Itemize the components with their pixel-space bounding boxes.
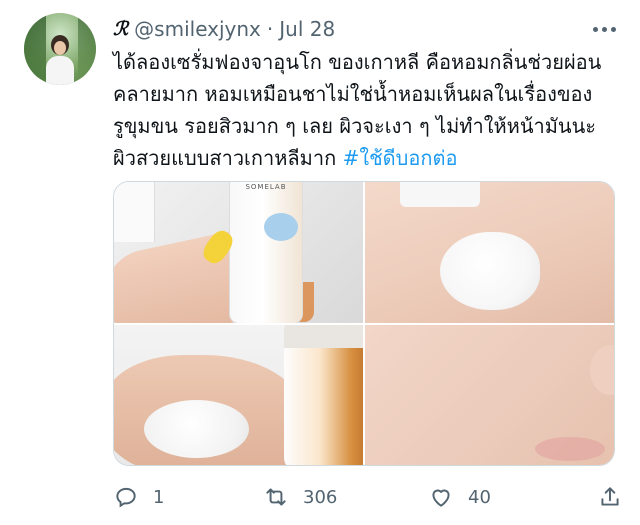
user-handle[interactable]: @smilexjynx bbox=[134, 17, 261, 41]
action-bar: 1 306 40 bbox=[113, 482, 623, 512]
retweet-count: 306 bbox=[303, 486, 338, 508]
avatar-bg-tree bbox=[78, 13, 96, 85]
media-photo-4[interactable] bbox=[365, 324, 614, 465]
media-photo-1[interactable]: SOMELAB bbox=[114, 182, 363, 323]
product-logo: SOMELAB bbox=[245, 183, 287, 191]
tweet-line: คลายมาก หอมเหมือนชาไม่ใช่น้ำหอมเห็นผลในเ… bbox=[113, 82, 593, 106]
avatar-bg-tree bbox=[24, 13, 46, 85]
tweet-line: ได้ลองเซรั่มฟองจาอุนโก ของเกาหลี คือหอมก… bbox=[113, 50, 602, 74]
bubble-graphic bbox=[264, 213, 298, 241]
media-photo-2[interactable] bbox=[365, 182, 614, 323]
like-icon bbox=[432, 489, 450, 507]
hashtag-link[interactable]: #ใช้ดีบอกต่อ bbox=[343, 146, 458, 170]
serum-bottle: SOMELAB bbox=[229, 182, 303, 323]
serum-bottle bbox=[284, 324, 363, 465]
product-box bbox=[400, 182, 480, 207]
share-button[interactable] bbox=[597, 484, 623, 510]
like-button[interactable]: 40 bbox=[428, 484, 578, 510]
reply-button[interactable]: 1 bbox=[113, 484, 263, 510]
avatar-body bbox=[46, 56, 74, 85]
face-skin bbox=[590, 344, 614, 395]
avatar-face bbox=[54, 41, 66, 55]
tweet-text: ได้ลองเซรั่มฟองจาอุนโก ของเกาหลี คือหอมก… bbox=[113, 46, 613, 174]
like-count: 40 bbox=[468, 486, 491, 508]
more-icon[interactable] bbox=[589, 23, 620, 36]
media-grid: SOMELAB bbox=[113, 181, 615, 466]
tweet-line: รูขุมขน รอยสิวมาก ๆ เลย ผิวจะเงา ๆ ไม่ทำ… bbox=[113, 114, 597, 138]
foam bbox=[440, 232, 540, 310]
tweet-date[interactable]: Jul 28 bbox=[279, 17, 335, 41]
reply-icon bbox=[116, 487, 136, 508]
retweet-button[interactable]: 306 bbox=[263, 484, 428, 510]
tweet-line: ผิวสวยแบบสาวเกาหลีมาก bbox=[113, 146, 337, 170]
media-photo-3[interactable] bbox=[114, 324, 363, 465]
lips bbox=[535, 436, 605, 461]
share-icon bbox=[601, 487, 619, 506]
tweet-header: ℛ @smilexjynx · Jul 28 bbox=[113, 14, 620, 44]
display-name[interactable]: ℛ bbox=[113, 18, 128, 40]
product-box bbox=[114, 182, 155, 242]
separator-dot: · bbox=[266, 17, 274, 41]
bottle-cap bbox=[284, 324, 363, 348]
avatar[interactable] bbox=[24, 13, 96, 85]
reply-count: 1 bbox=[153, 486, 165, 508]
foam bbox=[144, 399, 249, 458]
retweet-icon bbox=[266, 488, 286, 506]
